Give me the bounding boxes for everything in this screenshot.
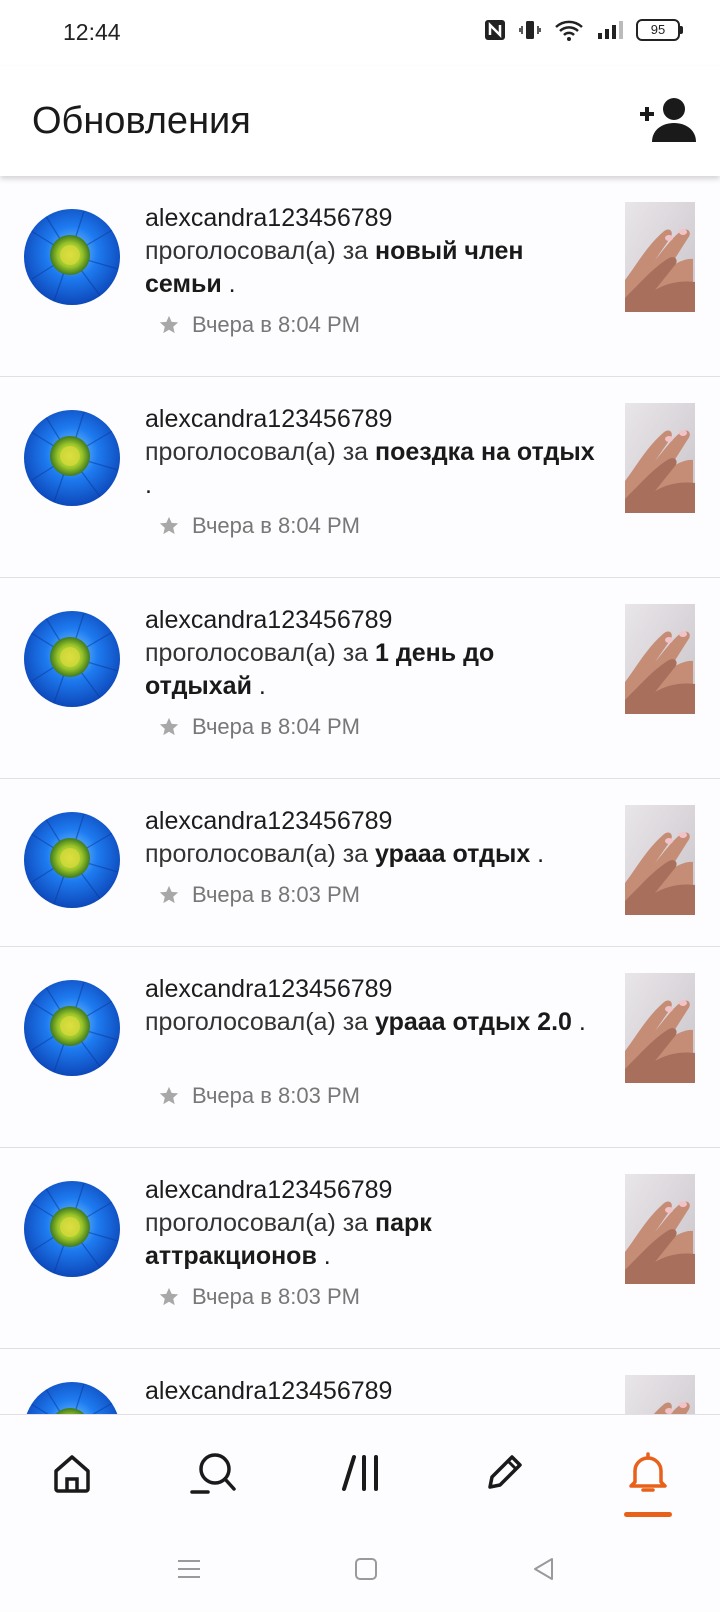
- username[interactable]: alexcandra123456789: [145, 403, 595, 436]
- vibrate-icon: [519, 21, 541, 39]
- updates-feed[interactable]: alexcandra123456789 проголосовал(а) за но…: [0, 176, 720, 1414]
- time-row: Вчера в 8:03 PM: [158, 1083, 360, 1109]
- time-row: Вчера в 8:04 PM: [158, 312, 360, 338]
- avatar[interactable]: [24, 209, 120, 305]
- timestamp: Вчера в 8:03 PM: [192, 1083, 360, 1108]
- suffix: .: [316, 1242, 331, 1270]
- battery-icon: 95: [636, 19, 683, 41]
- list-item[interactable]: alexcandra123456789 проголосовал(а) за ур…: [0, 779, 720, 947]
- list-item[interactable]: alexcandra123456789 проголосовал(а) за но…: [0, 176, 720, 377]
- nav-notifications[interactable]: [618, 1443, 678, 1503]
- target-link[interactable]: урааа отдых: [375, 840, 530, 868]
- wifi-icon: [555, 20, 583, 41]
- post-thumbnail[interactable]: [625, 202, 695, 312]
- notifications-icon: [629, 1452, 667, 1492]
- nav-home[interactable]: [42, 1443, 102, 1503]
- avatar[interactable]: [24, 611, 120, 707]
- update-text: alexcandra123456789: [145, 1375, 595, 1408]
- timestamp: Вчера в 8:03 PM: [192, 882, 360, 907]
- status-icons: 95: [484, 18, 683, 42]
- target-link[interactable]: урааа отдых 2.0: [375, 1008, 572, 1036]
- home-icon: [54, 1455, 90, 1493]
- nav-collections[interactable]: [332, 1443, 392, 1503]
- update-text: alexcandra123456789 проголосовал(а) за по…: [145, 403, 595, 502]
- action-text: проголосовал(а) за: [145, 1209, 376, 1237]
- menu-button[interactable]: [172, 1552, 206, 1586]
- list-item[interactable]: alexcandra123456789 проголосовал(а) за ур…: [0, 947, 720, 1148]
- list-item[interactable]: alexcandra123456789 проголосовал(а) за по…: [0, 377, 720, 578]
- back-icon: [534, 1558, 553, 1580]
- suffix: .: [145, 471, 152, 499]
- avatar[interactable]: [24, 812, 120, 908]
- time-row: Вчера в 8:04 PM: [158, 714, 360, 740]
- username[interactable]: alexcandra123456789: [145, 604, 595, 637]
- update-text: alexcandra123456789 проголосовал(а) за па…: [145, 1174, 595, 1273]
- bottom-nav: [0, 1414, 720, 1525]
- signal-icon: [598, 21, 623, 39]
- action-text: проголосовал(а) за: [145, 1008, 376, 1036]
- avatar[interactable]: [24, 980, 120, 1076]
- action-text: проголосовал(а) за: [145, 438, 376, 466]
- add-user-icon[interactable]: [638, 96, 696, 144]
- star-icon: [158, 884, 180, 906]
- system-nav: [0, 1524, 720, 1612]
- avatar[interactable]: [24, 1181, 120, 1277]
- active-tab-indicator: [624, 1512, 672, 1517]
- star-icon: [158, 1286, 180, 1308]
- status-bar: 12:44 95: [0, 0, 720, 66]
- username[interactable]: alexcandra123456789: [145, 202, 595, 235]
- username[interactable]: alexcandra123456789: [145, 1375, 595, 1408]
- home-button[interactable]: [349, 1552, 383, 1586]
- post-thumbnail[interactable]: [625, 403, 695, 513]
- star-icon: [158, 515, 180, 537]
- username[interactable]: alexcandra123456789: [145, 1174, 595, 1207]
- post-thumbnail[interactable]: [625, 604, 695, 714]
- list-item[interactable]: alexcandra123456789 проголосовал(а) за па…: [0, 1148, 720, 1349]
- status-time: 12:44: [63, 19, 121, 45]
- timestamp: Вчера в 8:04 PM: [192, 714, 360, 739]
- suffix: .: [221, 270, 236, 298]
- menu-icon: [178, 1560, 200, 1578]
- action-text: проголосовал(а) за: [145, 639, 376, 667]
- action-text: проголосовал(а) за: [145, 840, 376, 868]
- update-text: alexcandra123456789 проголосовал(а) за 1 …: [145, 604, 595, 703]
- action-text: проголосовал(а) за: [145, 237, 376, 265]
- timestamp: Вчера в 8:03 PM: [192, 1284, 360, 1309]
- post-thumbnail[interactable]: [625, 1174, 695, 1284]
- time-row: Вчера в 8:04 PM: [158, 513, 360, 539]
- list-item[interactable]: alexcandra123456789 проголосовал(а) за 1 …: [0, 578, 720, 779]
- collections-icon: [342, 1455, 378, 1491]
- nav-edit[interactable]: [474, 1443, 534, 1503]
- post-thumbnail[interactable]: [625, 805, 695, 915]
- back-button[interactable]: [527, 1552, 561, 1586]
- list-item[interactable]: alexcandra123456789: [0, 1349, 720, 1414]
- home-square-icon: [355, 1558, 377, 1580]
- timestamp: Вчера в 8:04 PM: [192, 513, 360, 538]
- time-row: Вчера в 8:03 PM: [158, 1284, 360, 1310]
- update-text: alexcandra123456789 проголосовал(а) за но…: [145, 202, 595, 301]
- target-link[interactable]: поездка на отдых: [375, 438, 595, 466]
- star-icon: [158, 314, 180, 336]
- timestamp: Вчера в 8:04 PM: [192, 312, 360, 337]
- avatar[interactable]: [24, 410, 120, 506]
- page-title: Обновления: [32, 100, 251, 142]
- time-row: Вчера в 8:03 PM: [158, 882, 360, 908]
- username[interactable]: alexcandra123456789: [145, 973, 595, 1006]
- nav-search[interactable]: [184, 1443, 244, 1503]
- edit-icon: [488, 1455, 522, 1489]
- star-icon: [158, 716, 180, 738]
- suffix: .: [530, 840, 545, 868]
- username[interactable]: alexcandra123456789: [145, 805, 595, 838]
- avatar[interactable]: [24, 1382, 120, 1414]
- post-thumbnail[interactable]: [625, 973, 695, 1083]
- update-text: alexcandra123456789 проголосовал(а) за ур…: [145, 973, 595, 1039]
- post-thumbnail[interactable]: [625, 1375, 695, 1414]
- app-header: Обновления: [0, 66, 720, 176]
- suffix: .: [251, 672, 266, 700]
- update-text: alexcandra123456789 проголосовал(а) за ур…: [145, 805, 595, 871]
- star-icon: [158, 1085, 180, 1107]
- search-icon: [190, 1453, 236, 1494]
- suffix: .: [571, 1008, 586, 1036]
- nfc-icon: [485, 20, 505, 40]
